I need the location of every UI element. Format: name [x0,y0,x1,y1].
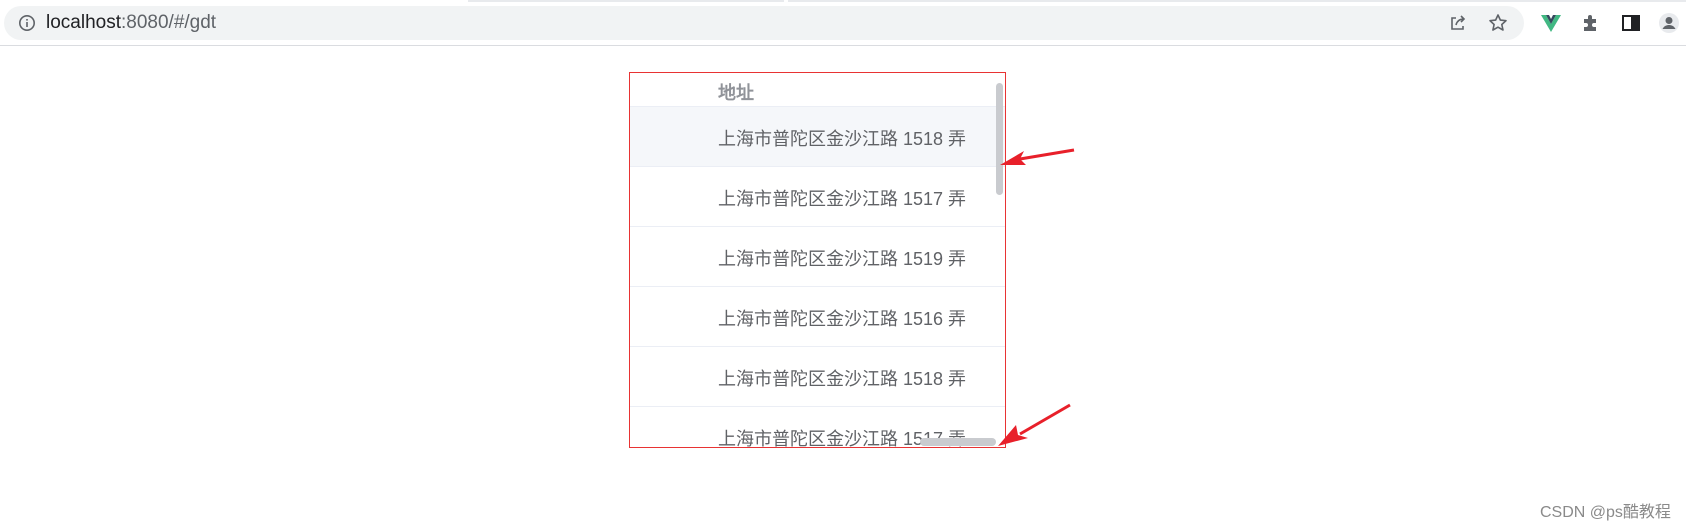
horizontal-scrollbar-thumb[interactable] [920,438,996,446]
vue-devtools-icon[interactable] [1540,12,1562,34]
share-icon[interactable] [1448,13,1468,33]
watermark: CSDN @ps酷教程 [1540,504,1671,521]
browser-toolbar: localhost:8080/#/gdt [0,0,1686,46]
annotation-arrow-icon [998,403,1071,446]
tab-strip-edge [788,0,1686,2]
bookmark-star-icon[interactable] [1488,13,1508,33]
table-row[interactable]: 上海市普陀区金沙江路 1516 弄 [630,287,1005,347]
address-bar[interactable]: localhost:8080/#/gdt [4,6,1524,40]
profile-icon[interactable] [1658,12,1680,34]
tab-strip-edge [468,0,784,2]
vertical-scrollbar-thumb[interactable] [996,83,1003,195]
table-cell: 上海市普陀区金沙江路 1518 弄 [718,129,967,149]
table-row[interactable]: 上海市普陀区金沙江路 1518 弄 [630,107,1005,167]
url-host: localhost [46,12,121,33]
scrollable-table[interactable]: 上海市普陀区金沙江路 1518 弄 上海市普陀区金沙江路 1517 弄 上海市普… [629,72,1006,448]
table-row[interactable]: 上海市普陀区金沙江路 1517 弄 [630,167,1005,227]
table-cell: 上海市普陀区金沙江路 1516 弄 [718,309,967,329]
url-path: :8080/#/gdt [121,12,217,33]
table-cell: 上海市普陀区金沙江路 1519 弄 [718,249,967,269]
table-row[interactable]: 上海市普陀区金沙江路 1518 弄 [630,347,1005,407]
table-cell: 上海市普陀区金沙江路 1517 弄 [718,189,967,209]
table-cell: 上海市普陀区金沙江路 1518 弄 [718,369,967,389]
url-text[interactable]: localhost:8080/#/gdt [46,12,216,34]
extensions-puzzle-icon[interactable] [1580,12,1602,34]
table-row[interactable]: 上海市普陀区金沙江路 1519 弄 [630,227,1005,287]
info-icon[interactable] [18,14,36,32]
column-header-address: 地址 [718,83,754,103]
annotation-arrow-icon [1000,148,1075,165]
table-header: 地址 [630,73,1005,107]
side-panel-icon[interactable] [1620,12,1642,34]
